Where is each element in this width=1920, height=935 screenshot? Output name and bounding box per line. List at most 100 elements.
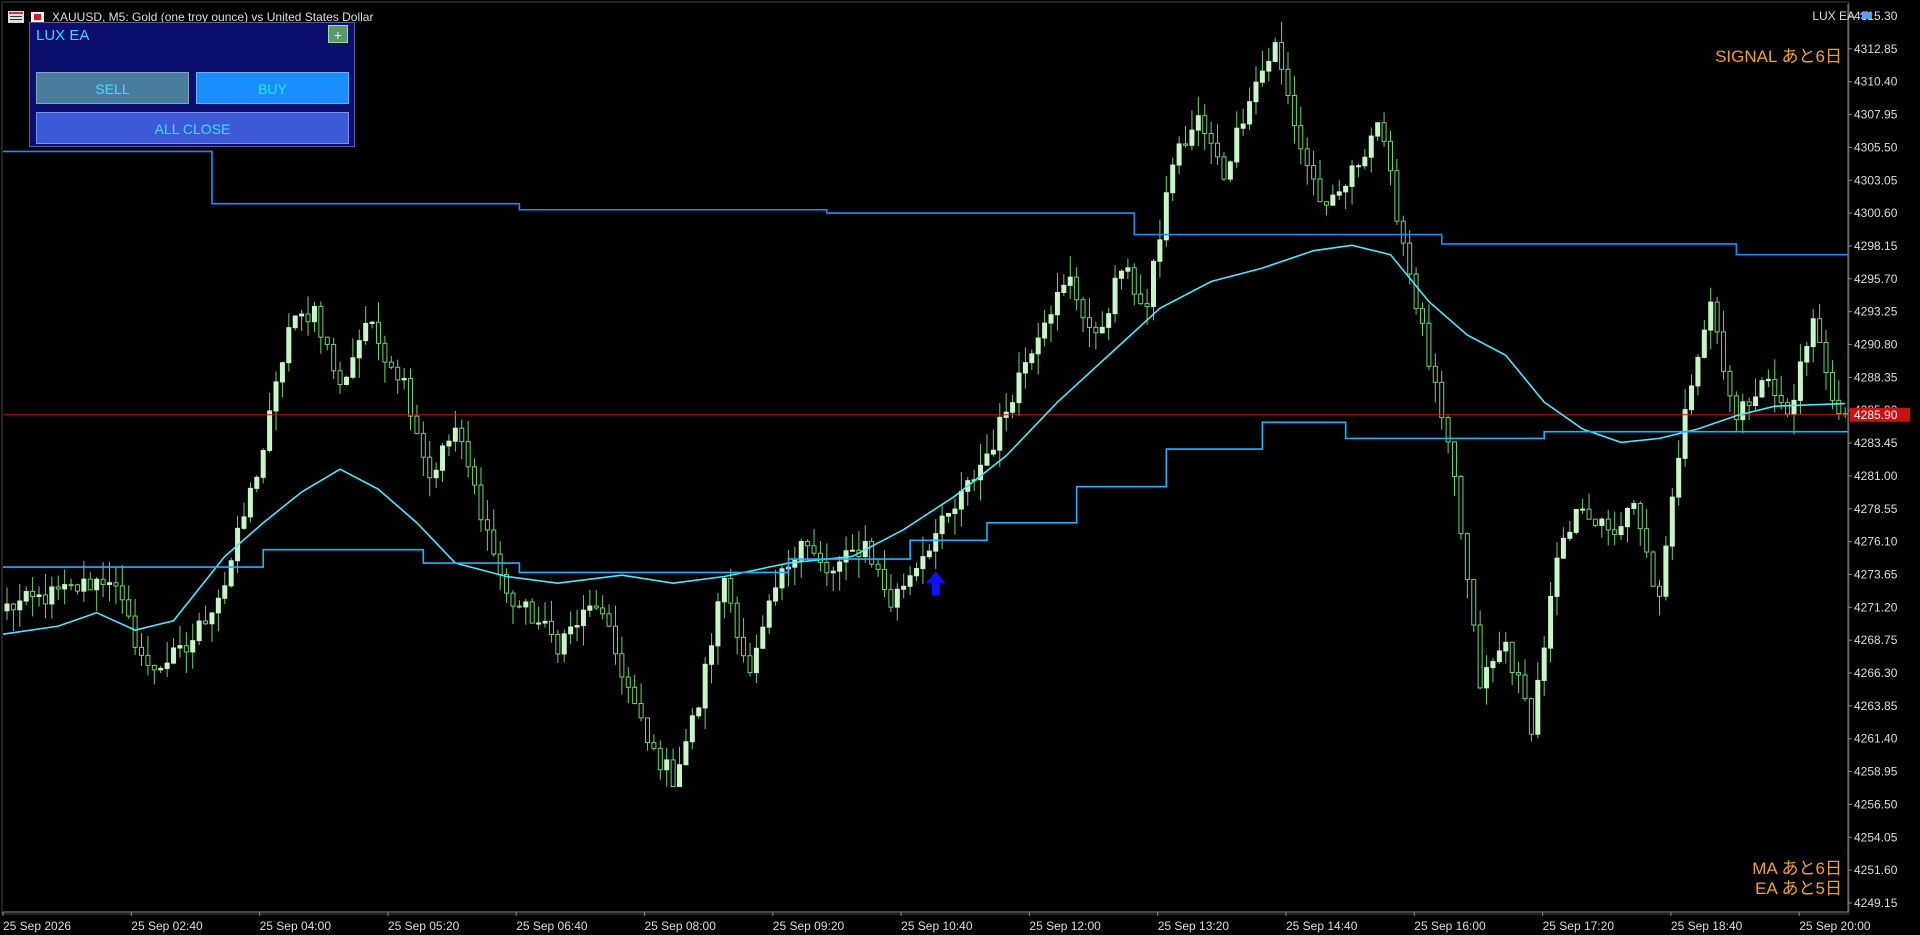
candle-body: [677, 764, 683, 787]
candle-body: [254, 476, 260, 489]
candle-body: [1343, 185, 1349, 193]
candle-body: [523, 601, 529, 608]
candle-body: [164, 662, 170, 669]
chart-window-icon[interactable]: [8, 11, 24, 23]
candle-body: [881, 568, 887, 590]
price-tick-label: 4290.80: [1854, 338, 1898, 352]
indicator-tag: LUX EA: [1812, 9, 1873, 23]
buy-button[interactable]: BUY: [196, 72, 349, 104]
candle-body: [1387, 140, 1393, 172]
price-tick-label: 4310.40: [1854, 75, 1898, 89]
candle-body: [1836, 399, 1842, 415]
candle-body: [87, 578, 93, 591]
candle-body: [1740, 401, 1746, 421]
time-tick-label: 25 Sep 04:00: [260, 919, 332, 933]
candle-body: [145, 654, 151, 666]
candle-body: [1125, 267, 1131, 272]
candle-body: [1362, 156, 1368, 167]
candle-body: [1144, 303, 1150, 308]
candle-body: [1618, 526, 1624, 536]
candle-body: [1708, 301, 1714, 331]
price-tick-label: 4263.85: [1854, 699, 1898, 713]
candle-body: [830, 570, 836, 574]
candle-body: [81, 578, 87, 592]
candle-body: [273, 381, 279, 412]
candle-body: [1669, 496, 1675, 547]
candle-body: [1266, 60, 1272, 72]
candle-body: [452, 427, 458, 442]
candle-body: [318, 305, 324, 338]
candle-body: [1138, 293, 1144, 305]
candle-body: [36, 594, 42, 598]
candle-body: [420, 433, 426, 458]
candle-body: [1227, 161, 1233, 180]
candle-body: [1074, 276, 1080, 301]
candle-body: [580, 609, 586, 627]
candle-body: [1772, 378, 1778, 397]
candle-body: [74, 584, 80, 592]
sell-button[interactable]: SELL: [36, 72, 189, 104]
candle-body: [1202, 115, 1208, 134]
candle-body: [792, 559, 798, 568]
price-tick-label: 4305.50: [1854, 140, 1898, 154]
candle-body: [811, 545, 817, 554]
panel-expand-button[interactable]: +: [328, 25, 348, 43]
candle-body: [1394, 170, 1400, 222]
candle-body: [363, 322, 369, 342]
candle-body: [760, 626, 766, 649]
current-price-label: 4285.90: [1854, 408, 1898, 422]
candle-body: [1221, 156, 1227, 180]
price-tick-label: 4256.50: [1854, 797, 1898, 811]
candle-body: [1727, 370, 1733, 397]
time-tick-label: 25 Sep 12:00: [1029, 919, 1101, 933]
candle-body: [1272, 42, 1278, 62]
candle-body: [1586, 508, 1592, 520]
candle-body: [1407, 242, 1413, 275]
candle-body: [1823, 342, 1829, 374]
candle-body: [401, 377, 407, 381]
candle-body: [324, 336, 330, 345]
graduation-cap-icon[interactable]: [1859, 10, 1873, 22]
candle-body: [247, 487, 253, 518]
lux-ea-panel: LUX EA + SELL BUY ALL CLOSE: [29, 22, 355, 147]
candle-body: [1644, 528, 1650, 553]
candle-body: [1631, 503, 1637, 509]
current-price-marker: 4285.90: [1850, 407, 1910, 422]
candle-body: [1541, 647, 1547, 681]
candle-body: [1304, 148, 1310, 167]
candle-body: [1605, 518, 1611, 531]
candle-body: [305, 313, 311, 323]
candle-body: [113, 582, 119, 587]
price-tick-label: 4273.65: [1854, 567, 1898, 581]
ea-countdown: EA あと5日: [1755, 879, 1842, 898]
candle-body: [1528, 698, 1534, 735]
candle-body: [1086, 317, 1092, 328]
candle-body: [1516, 672, 1522, 676]
candle-body: [350, 357, 356, 378]
candle-body: [1099, 326, 1105, 334]
candle-body: [139, 646, 145, 656]
all-close-button[interactable]: ALL CLOSE: [36, 112, 349, 144]
candle-body: [23, 590, 29, 602]
candle-body: [952, 508, 958, 515]
candle-body: [753, 647, 759, 674]
candle-body: [337, 370, 343, 385]
price-tick-label: 4293.25: [1854, 305, 1898, 319]
candle-body: [600, 607, 606, 615]
candle-body: [158, 667, 164, 671]
candle-body: [1765, 378, 1771, 382]
candle-body: [606, 613, 612, 627]
candle-body: [901, 585, 907, 590]
candle-body: [593, 605, 599, 609]
candle-body: [484, 519, 490, 531]
candle-body: [433, 469, 439, 479]
time-tick-label: 25 Sep 05:20: [388, 919, 460, 933]
candle-body: [1785, 402, 1791, 415]
candle-body: [343, 376, 349, 385]
candle-body: [926, 550, 932, 558]
candle-body: [958, 490, 964, 510]
candle-body: [1067, 276, 1073, 286]
price-tick-label: 4312.85: [1854, 42, 1898, 56]
candle-body: [1022, 362, 1028, 374]
candle-body: [1624, 507, 1630, 528]
